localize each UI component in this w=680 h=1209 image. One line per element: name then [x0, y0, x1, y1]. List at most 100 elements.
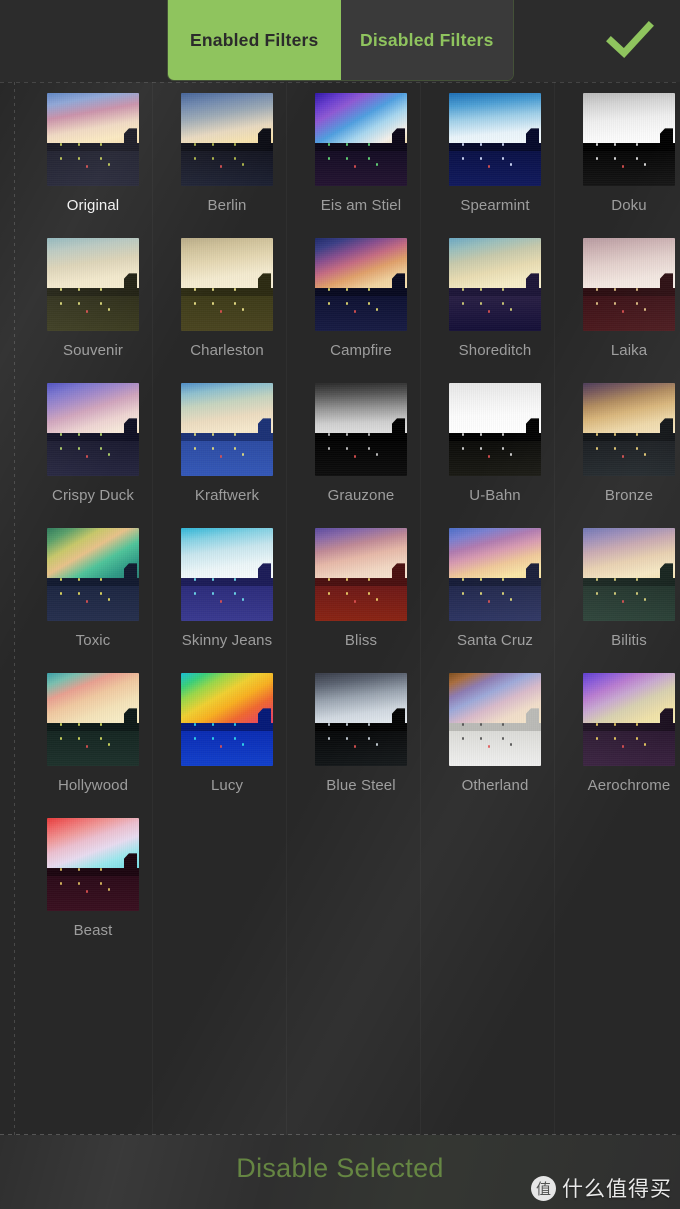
filter-cell[interactable]: Berlin — [160, 93, 294, 238]
preview-window-lights — [592, 576, 649, 604]
filter-preview-image — [315, 93, 407, 186]
filter-thumbnail[interactable] — [47, 93, 139, 186]
filter-preview-image — [47, 818, 139, 911]
filter-cell[interactable]: Charleston — [160, 238, 294, 383]
filter-cell[interactable]: Kraftwerk — [160, 383, 294, 528]
filter-preview-image — [181, 383, 273, 476]
preview-window-lights — [190, 576, 247, 604]
filter-preview-image — [583, 528, 675, 621]
filter-thumbnail[interactable] — [181, 383, 273, 476]
filter-thumbnail[interactable] — [449, 93, 541, 186]
filter-thumbnail[interactable] — [181, 238, 273, 331]
filter-cell[interactable]: Otherland — [428, 673, 562, 818]
filter-thumbnail[interactable] — [449, 528, 541, 621]
filter-cell[interactable]: Shoreditch — [428, 238, 562, 383]
filter-preview-image — [47, 673, 139, 766]
filter-thumbnail[interactable] — [583, 383, 675, 476]
tab-enabled-filters[interactable]: Enabled Filters — [168, 0, 341, 80]
filter-thumbnail[interactable] — [47, 818, 139, 911]
filter-thumbnail[interactable] — [181, 673, 273, 766]
filter-thumbnail[interactable] — [583, 528, 675, 621]
filter-thumbnail[interactable] — [315, 383, 407, 476]
filter-name-label: Aerochrome — [587, 777, 671, 794]
filter-cell[interactable]: Bilitis — [562, 528, 680, 673]
filter-preview-image — [181, 238, 273, 331]
filter-cell[interactable]: Blue Steel — [294, 673, 428, 818]
confirm-button[interactable] — [594, 8, 666, 72]
preview-window-lights — [458, 431, 515, 459]
filter-cell[interactable]: Lucy — [160, 673, 294, 818]
checkmark-icon — [605, 20, 655, 60]
filter-name-label: Toxic — [75, 632, 111, 649]
filter-name-label: Berlin — [207, 197, 247, 214]
preview-window-lights — [592, 721, 649, 749]
filter-name-label: Eis am Stiel — [320, 197, 402, 214]
filter-name-label: Original — [66, 197, 120, 214]
filter-preview-image — [583, 93, 675, 186]
watermark-logo-icon: 值 — [531, 1175, 556, 1201]
preview-window-lights — [324, 141, 381, 169]
filter-thumbnail[interactable] — [47, 383, 139, 476]
filter-preview-image — [449, 93, 541, 186]
filter-name-label: U-Bahn — [469, 487, 521, 504]
tab-disabled-filters-label: Disabled Filters — [359, 29, 494, 50]
filter-cell[interactable]: Bronze — [562, 383, 680, 528]
filter-name-label: Otherland — [461, 777, 529, 794]
filter-preview-image — [449, 383, 541, 476]
filter-cell[interactable]: Original — [26, 93, 160, 238]
filter-thumbnail[interactable] — [315, 93, 407, 186]
filter-preview-image — [315, 528, 407, 621]
tab-disabled-filters[interactable]: Disabled Filters — [340, 0, 513, 80]
filter-cell[interactable]: Grauzone — [294, 383, 428, 528]
filter-thumbnail[interactable] — [47, 673, 139, 766]
filter-thumbnail[interactable] — [315, 528, 407, 621]
filter-thumbnail[interactable] — [449, 238, 541, 331]
filter-thumbnail[interactable] — [181, 528, 273, 621]
filter-cell[interactable]: Toxic — [26, 528, 160, 673]
filter-grid-area[interactable]: Original Berlin Eis am Stiel Spearmint Doku S… — [0, 82, 680, 1135]
filter-cell[interactable]: U-Bahn — [428, 383, 562, 528]
filter-preview-image — [315, 238, 407, 331]
filter-preview-image — [449, 528, 541, 621]
filter-name-label: Shoreditch — [458, 342, 532, 359]
filter-cell[interactable]: Beast — [26, 818, 160, 963]
filter-mode-segmented-control[interactable]: Enabled Filters Disabled Filters — [168, 0, 513, 80]
filter-cell[interactable]: Santa Cruz — [428, 528, 562, 673]
filter-name-label: Spearmint — [460, 197, 530, 214]
filter-preview-image — [47, 528, 139, 621]
filter-cell[interactable]: Hollywood — [26, 673, 160, 818]
preview-window-lights — [458, 141, 515, 169]
filter-cell[interactable]: Laika — [562, 238, 680, 383]
filter-name-label: Hollywood — [57, 777, 129, 794]
filter-cell[interactable]: Aerochrome — [562, 673, 680, 818]
filter-preview-image — [583, 383, 675, 476]
filter-preview-image — [315, 383, 407, 476]
preview-window-lights — [56, 866, 113, 894]
filter-thumbnail[interactable] — [47, 238, 139, 331]
filter-grid: Original Berlin Eis am Stiel Spearmint Doku S… — [0, 82, 680, 963]
filter-thumbnail[interactable] — [181, 93, 273, 186]
filter-cell[interactable]: Skinny Jeans — [160, 528, 294, 673]
filter-cell[interactable]: Souvenir — [26, 238, 160, 383]
filter-thumbnail[interactable] — [315, 673, 407, 766]
filter-thumbnail[interactable] — [47, 528, 139, 621]
filter-cell[interactable]: Spearmint — [428, 93, 562, 238]
preview-window-lights — [324, 431, 381, 459]
filter-thumbnail[interactable] — [315, 238, 407, 331]
filter-name-label: Campfire — [330, 342, 392, 359]
filter-cell[interactable]: Eis am Stiel — [294, 93, 428, 238]
preview-window-lights — [592, 141, 649, 169]
filter-name-label: Laika — [610, 342, 648, 359]
filter-thumbnail[interactable] — [583, 238, 675, 331]
filter-thumbnail[interactable] — [449, 383, 541, 476]
filter-cell[interactable]: Doku — [562, 93, 680, 238]
preview-window-lights — [190, 721, 247, 749]
filter-thumbnail[interactable] — [583, 673, 675, 766]
filter-thumbnail[interactable] — [449, 673, 541, 766]
filter-cell[interactable]: Crispy Duck — [26, 383, 160, 528]
preview-window-lights — [324, 576, 381, 604]
filter-preview-image — [583, 238, 675, 331]
filter-cell[interactable]: Bliss — [294, 528, 428, 673]
filter-cell[interactable]: Campfire — [294, 238, 428, 383]
filter-thumbnail[interactable] — [583, 93, 675, 186]
